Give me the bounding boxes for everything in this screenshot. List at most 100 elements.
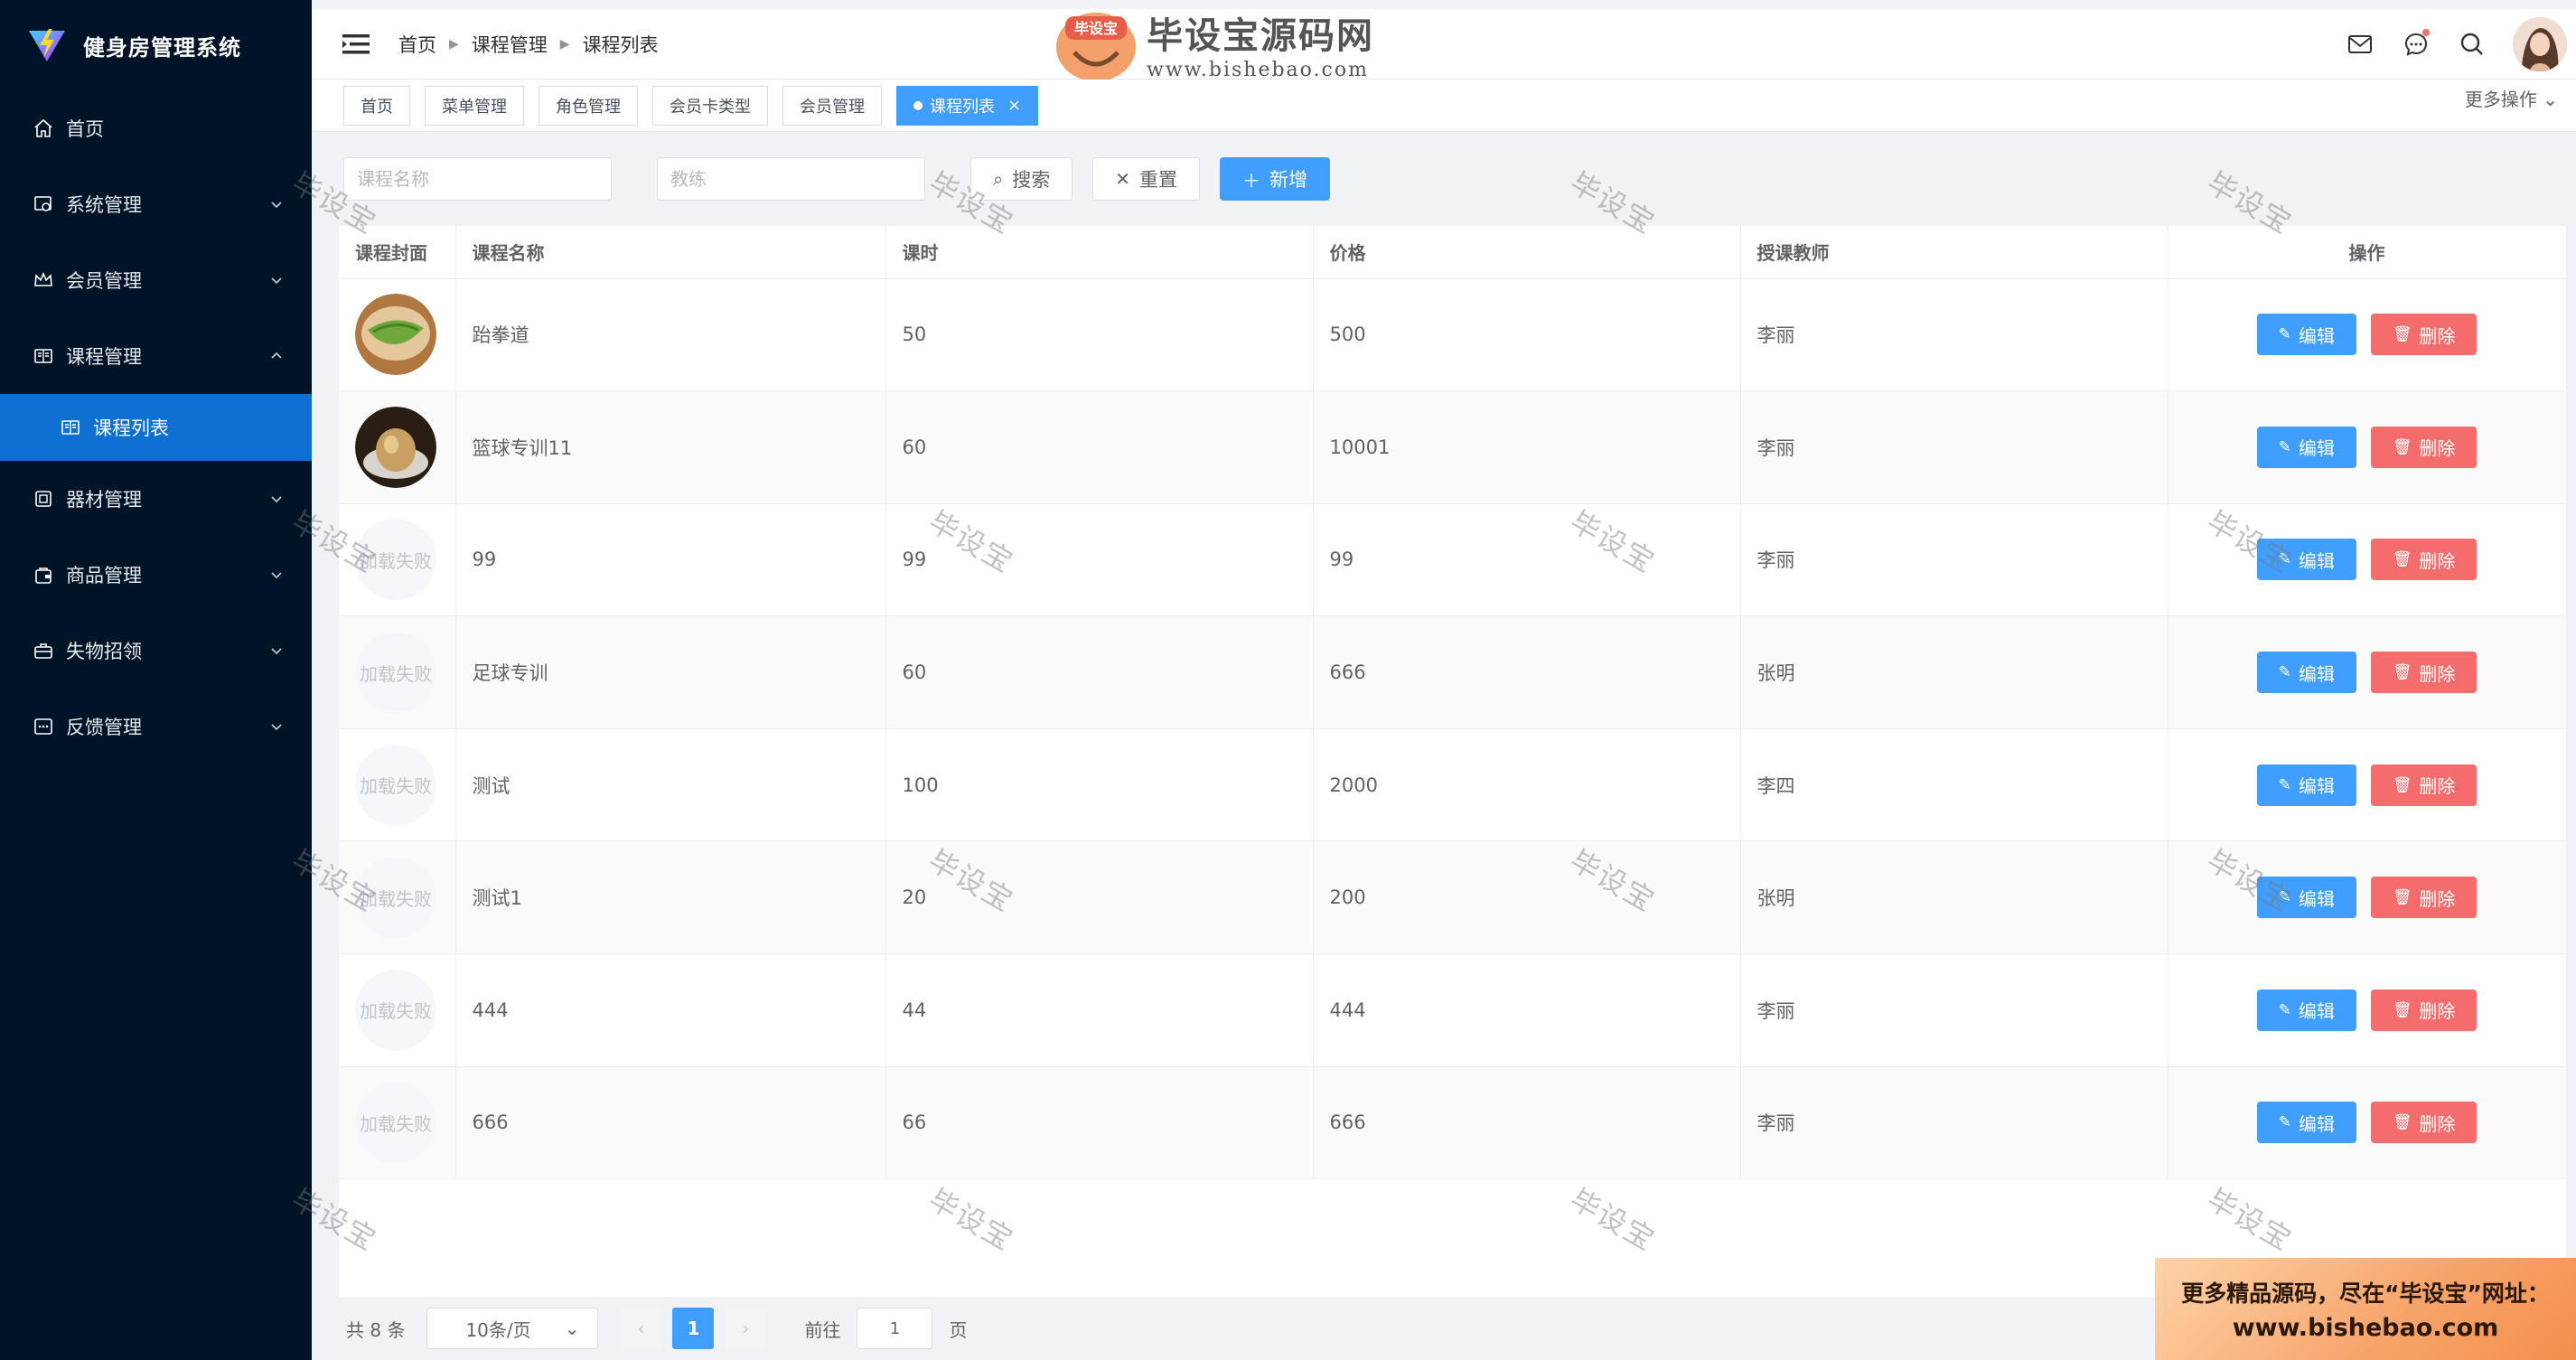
close-icon[interactable]: × [1007, 96, 1021, 115]
cell-price: 2000 [1313, 728, 1741, 842]
close-icon: ✕ [1115, 168, 1130, 190]
cell-price: 99 [1313, 503, 1741, 617]
tab-member-mgmt[interactable]: 会员管理 [782, 85, 882, 126]
delete-button[interactable]: 🗑 删除 [2370, 539, 2478, 581]
sidebar-item-members[interactable]: 会员管理 [0, 242, 312, 318]
breadcrumb-item-home[interactable]: 首页 [398, 31, 436, 58]
column-header-price: 价格 [1313, 226, 1741, 279]
tab-menu-mgmt[interactable]: 菜单管理 [425, 85, 524, 126]
cell-teacher: 李丽 [1740, 953, 2169, 1067]
column-header-actions: 操作 [2168, 226, 2567, 279]
course-cover-image [355, 406, 436, 488]
goto-label: 前往 [804, 1318, 841, 1341]
sidebar-item-label: 器材管理 [66, 489, 142, 511]
edit-button[interactable]: ✎ 编辑 [2256, 426, 2356, 468]
prev-page-button[interactable]: ‹ [620, 1308, 662, 1349]
promo-banner[interactable]: 更多精品源码，尽在“毕设宝”网址： www.bishebao.com [2155, 1258, 2576, 1360]
sidebar-item-courses[interactable]: 课程管理 [0, 318, 312, 394]
chat-icon[interactable] [2401, 29, 2431, 60]
delete-button[interactable]: 🗑 删除 [2370, 426, 2478, 468]
edit-button[interactable]: ✎ 编辑 [2256, 652, 2356, 694]
edit-button[interactable]: ✎ 编辑 [2256, 314, 2356, 356]
total-count: 共 8 条 [346, 1318, 406, 1341]
table-row: 加载失败 666 66 666 李丽 ✎ 编辑 🗑 删除 [339, 1066, 2567, 1180]
page-number-button[interactable]: 1 [672, 1308, 715, 1349]
avatar[interactable] [2513, 17, 2567, 71]
edit-button[interactable]: ✎ 编辑 [2256, 764, 2356, 806]
delete-button-label: 删除 [2419, 324, 2456, 347]
tab-card-type[interactable]: 会员卡类型 [652, 85, 768, 126]
chevron-down-icon [271, 277, 282, 285]
cell-teacher: 李丽 [1740, 503, 2169, 617]
cell-hours: 100 [885, 728, 1314, 842]
bishebao-logo-icon: 毕设宝 [1056, 13, 1136, 81]
chevron-down-icon [271, 496, 282, 503]
search-button-label: 搜索 [1012, 169, 1051, 191]
trash-icon: 🗑 [2392, 1000, 2412, 1019]
page-size-select[interactable]: 10条/页 ⌄ [426, 1308, 599, 1349]
tab-role-mgmt[interactable]: 角色管理 [539, 85, 638, 126]
cell-cover: 加载失败 [339, 1066, 456, 1180]
search-button[interactable]: ⌕ 搜索 [970, 157, 1073, 201]
cell-price: 444 [1313, 953, 1741, 1067]
add-button[interactable]: ＋ 新增 [1219, 157, 1330, 201]
sidebar-item-equipment[interactable]: 器材管理 [0, 461, 312, 537]
edit-button-label: 编辑 [2298, 662, 2335, 685]
column-header-teacher: 授课教师 [1740, 226, 2169, 279]
breadcrumb-separator-icon: ▶ [449, 36, 459, 52]
cell-name: 测试 [455, 728, 886, 842]
edit-icon: ✎ [2278, 550, 2291, 569]
breadcrumb: 首页 ▶ 课程管理 ▶ 课程列表 [398, 31, 659, 58]
delete-button-label: 删除 [2419, 775, 2456, 798]
tab-course-list[interactable]: 课程列表 × [896, 85, 1039, 126]
delete-button[interactable]: 🗑 删除 [2370, 314, 2478, 356]
goto-page-input[interactable] [857, 1308, 933, 1349]
banner-line-2: www.bishebao.com [2232, 1314, 2499, 1342]
edit-button[interactable]: ✎ 编辑 [2256, 539, 2356, 581]
feedback-icon [32, 715, 55, 738]
edit-button[interactable]: ✎ 编辑 [2256, 1102, 2356, 1144]
sidebar-item-system[interactable]: 系统管理 [0, 166, 312, 242]
course-name-input[interactable] [343, 157, 612, 201]
edit-button-label: 编辑 [2298, 437, 2335, 460]
breadcrumb-item-course-mgmt[interactable]: 课程管理 [472, 31, 548, 58]
sidebar-item-goods[interactable]: 商品管理 [0, 537, 312, 613]
sidebar-item-feedback[interactable]: 反馈管理 [0, 689, 312, 764]
sidebar-item-course-list[interactable]: 课程列表 [0, 394, 312, 461]
course-cover-failed: 加载失败 [355, 969, 436, 1051]
sidebar: 健身房管理系统 首页 系统管理 会员管理 课程管理 课程列表 器材管理 商品管理… [0, 0, 312, 1360]
goto-unit: 页 [949, 1318, 968, 1341]
delete-button[interactable]: 🗑 删除 [2370, 989, 2478, 1031]
delete-button[interactable]: 🗑 删除 [2370, 652, 2478, 694]
sidebar-item-home[interactable]: 首页 [0, 90, 312, 166]
more-operations-dropdown[interactable]: 更多操作 ⌄ [2465, 85, 2558, 111]
edit-icon: ✎ [2278, 437, 2291, 456]
reset-button[interactable]: ✕ 重置 [1092, 157, 1200, 201]
menu-toggle-icon[interactable] [341, 32, 371, 57]
coach-input[interactable] [657, 157, 925, 201]
next-page-button[interactable]: › [725, 1308, 767, 1349]
search-icon[interactable] [2457, 29, 2487, 60]
delete-button[interactable]: 🗑 删除 [2370, 1102, 2478, 1144]
mail-icon[interactable] [2345, 29, 2375, 60]
course-cover-failed: 加载失败 [355, 744, 436, 826]
edit-button[interactable]: ✎ 编辑 [2256, 989, 2356, 1031]
book-icon [32, 344, 55, 368]
sidebar-item-lost-found[interactable]: 失物招领 [0, 613, 312, 689]
system-icon [32, 192, 55, 216]
cell-name: 足球专训 [455, 615, 886, 729]
reset-button-label: 重置 [1138, 169, 1177, 191]
delete-button[interactable]: 🗑 删除 [2370, 764, 2478, 806]
cell-cover: 加载失败 [339, 840, 456, 955]
cell-name: 666 [455, 1066, 886, 1180]
edit-button[interactable]: ✎ 编辑 [2256, 877, 2356, 919]
cell-price: 666 [1313, 1066, 1741, 1180]
delete-button[interactable]: 🗑 删除 [2370, 877, 2478, 919]
cell-teacher: 李丽 [1740, 278, 2169, 392]
table-row: 跆拳道 50 500 李丽 ✎ 编辑 🗑 删除 [339, 278, 2567, 392]
tab-home[interactable]: 首页 [343, 85, 410, 126]
brand[interactable]: 健身房管理系统 [0, 0, 312, 90]
cell-name: 99 [455, 503, 886, 617]
table-row: 加载失败 足球专训 60 666 张明 ✎ 编辑 🗑 删除 [339, 615, 2567, 729]
top-header: 首页 ▶ 课程管理 ▶ 课程列表 [312, 9, 2576, 80]
